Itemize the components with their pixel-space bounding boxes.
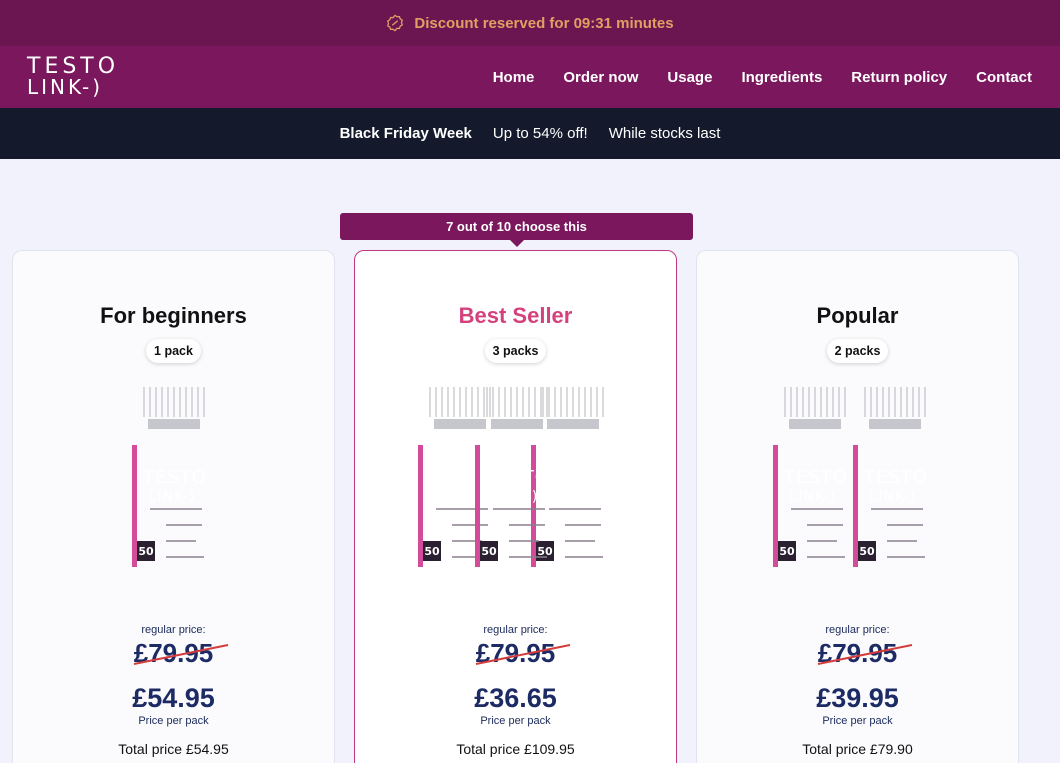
svg-text:50: 50 bbox=[481, 545, 497, 558]
regular-price-label: regular price: bbox=[825, 624, 890, 636]
svg-text:50: 50 bbox=[779, 545, 795, 558]
timer-badge-icon bbox=[387, 14, 404, 32]
svg-text:LINK-): LINK-) bbox=[790, 489, 837, 505]
nav-link-ingredients[interactable]: Ingredients bbox=[741, 69, 822, 86]
main-navbar: TESTO LINK-) Home Order now Usage Ingred… bbox=[0, 46, 1060, 108]
promo-note: While stocks last bbox=[608, 125, 721, 142]
package-card-popular[interactable]: Popular 2 packs TESTO LINK-) 50 TESTO LINK-)… bbox=[696, 250, 1019, 763]
pack-count-badge: 3 packs bbox=[484, 339, 547, 363]
price-per-pack: £36.65 bbox=[474, 683, 557, 713]
product-image: TESTO LINK-) 50 TESTO LINK-) 50 bbox=[697, 383, 1018, 593]
discount-timer-text: Discount reserved for 09:31 minutes bbox=[414, 14, 674, 32]
pack-count-badge: 1 pack bbox=[146, 339, 201, 363]
nav-link-order-now[interactable]: Order now bbox=[563, 69, 638, 86]
promo-banner: Black Friday Week Up to 54% off! While s… bbox=[0, 108, 1060, 159]
total-price: Total price £79.90 bbox=[802, 741, 913, 757]
nav-link-home[interactable]: Home bbox=[493, 69, 535, 86]
nav-link-return-policy[interactable]: Return policy bbox=[851, 69, 947, 86]
svg-text:TESTO: TESTO bbox=[142, 467, 207, 488]
package-title: Popular bbox=[816, 303, 899, 328]
product-bottle: TESTOLINK-) 50 bbox=[475, 383, 559, 585]
price-per-pack-label: Price per pack bbox=[480, 715, 551, 727]
svg-text:TESTO: TESTO bbox=[783, 467, 848, 488]
logo-line-1: TESTO bbox=[27, 54, 120, 79]
old-price: £79.95 bbox=[475, 638, 570, 669]
nav-link-usage[interactable]: Usage bbox=[667, 69, 712, 86]
site-logo[interactable]: TESTO LINK-) bbox=[27, 54, 120, 99]
product-bottle: TESTOLINK-) 50 bbox=[132, 383, 216, 585]
svg-text:50: 50 bbox=[138, 545, 154, 558]
regular-price-label: regular price: bbox=[141, 624, 206, 636]
most-chosen-badge: 7 out of 10 choose this bbox=[340, 213, 693, 247]
logo-line-2: LINK-) bbox=[27, 75, 104, 99]
total-price: Total price £54.95 bbox=[118, 741, 229, 757]
svg-text:LINK-): LINK-) bbox=[492, 489, 539, 505]
svg-text:TESTO: TESTO bbox=[485, 467, 550, 488]
nav-menu: Home Order now Usage Ingredients Return … bbox=[493, 69, 1032, 86]
price-per-pack-label: Price per pack bbox=[822, 715, 893, 727]
regular-price-label: regular price: bbox=[483, 624, 548, 636]
svg-text:50: 50 bbox=[424, 545, 440, 558]
price-per-pack: £39.95 bbox=[816, 683, 899, 713]
package-card-beginners[interactable]: For beginners 1 pack TESTO LINK-) 50 regul… bbox=[12, 250, 335, 763]
package-title: For beginners bbox=[100, 303, 247, 328]
svg-text:LINK-): LINK-) bbox=[870, 489, 917, 505]
product-image: TESTO LINK-) 50 TESTO LINK-) 50 TESTO LINK-) 50 bbox=[355, 383, 676, 593]
package-title: Best Seller bbox=[458, 303, 573, 328]
price-per-pack-label: Price per pack bbox=[138, 715, 209, 727]
product-bottle: TESTOLINK-) 50 bbox=[853, 383, 937, 585]
product-image: TESTO LINK-) 50 bbox=[13, 383, 334, 593]
package-card-best-seller[interactable]: Best Seller 3 packs TESTO LINK-) 50 TESTO LI… bbox=[354, 250, 677, 763]
pack-count-badge: 2 packs bbox=[826, 339, 889, 363]
old-price: £79.95 bbox=[133, 638, 228, 669]
total-price: Total price £109.95 bbox=[456, 741, 575, 757]
svg-text:TESTO: TESTO bbox=[863, 467, 928, 488]
svg-text:50: 50 bbox=[859, 545, 875, 558]
discount-timer-bar: Discount reserved for 09:31 minutes bbox=[0, 0, 1060, 46]
promo-title: Black Friday Week bbox=[339, 125, 472, 142]
price-per-pack: £54.95 bbox=[132, 683, 215, 713]
svg-text:LINK-): LINK-) bbox=[149, 489, 196, 505]
nav-link-contact[interactable]: Contact bbox=[976, 69, 1032, 86]
old-price: £79.95 bbox=[817, 638, 912, 669]
promo-offer: Up to 54% off! bbox=[492, 125, 588, 142]
